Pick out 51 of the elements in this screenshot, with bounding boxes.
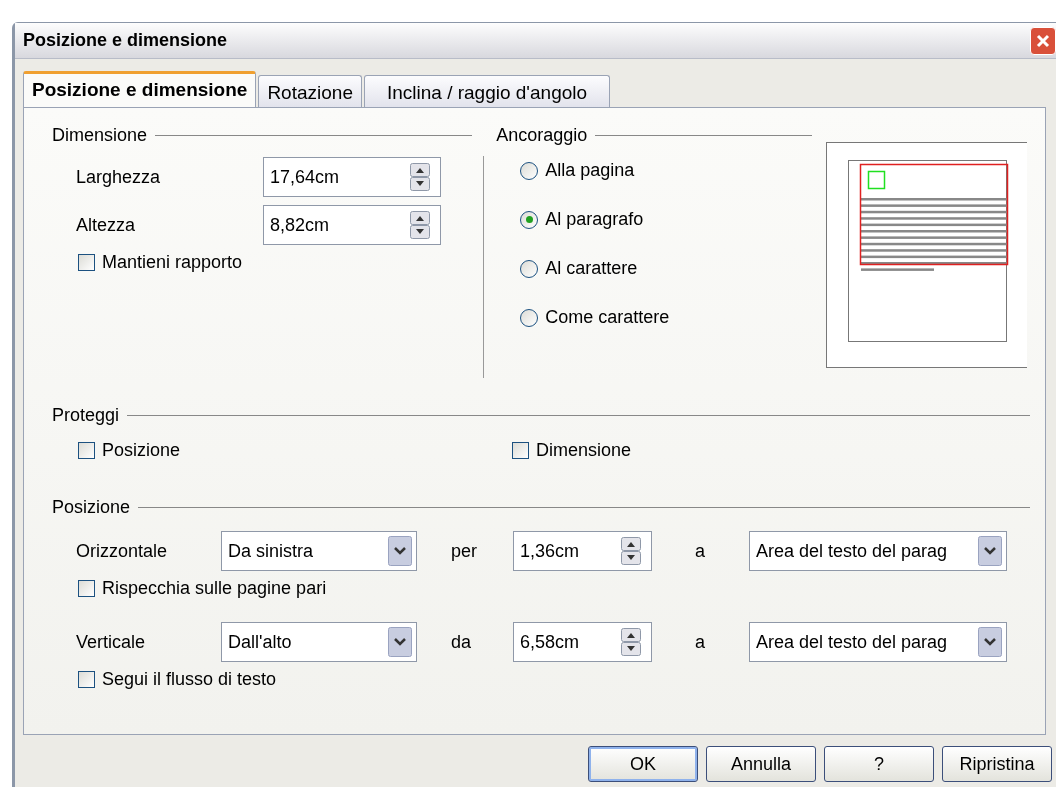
spin-button[interactable] (621, 537, 641, 565)
field-label: a (695, 539, 706, 563)
checkbox-label: Segui il flusso di testo (102, 668, 277, 691)
window-title: Posizione e dimensione (23, 29, 228, 52)
radio-button[interactable] (520, 161, 539, 180)
dialog-button[interactable]: ? (824, 746, 934, 782)
radio-label: Alla pagina (545, 159, 635, 182)
section-title: Posizione (52, 496, 131, 519)
dialog-button[interactable]: Ripristina (942, 746, 1052, 782)
dropdown[interactable]: Dall'alto (221, 622, 417, 662)
section-title: Dimensione (52, 124, 148, 147)
tab[interactable]: Posizione e dimensione (23, 71, 257, 107)
tab[interactable]: Rotazione (258, 75, 362, 107)
field-label: Larghezza (76, 165, 162, 189)
checkbox[interactable] (78, 671, 95, 688)
field-label: Verticale (76, 630, 147, 654)
checkbox-label: Posizione (102, 439, 181, 462)
tab[interactable]: Inclina / raggio d'angolo (363, 75, 611, 107)
spin-field[interactable]: 1,36cm (513, 531, 652, 571)
checkbox[interactable] (78, 580, 95, 597)
spin-field[interactable]: 17,64cm (263, 157, 441, 197)
dialog-button[interactable]: OK (588, 746, 698, 782)
field-label: da (451, 630, 473, 654)
dropdown[interactable]: Area del testo del parag (749, 622, 1007, 662)
field-label: Altezza (76, 213, 137, 237)
close-icon[interactable] (1030, 26, 1056, 55)
radio-button[interactable] (520, 210, 539, 229)
spin-field[interactable]: 8,82cm (263, 205, 441, 245)
radio-button[interactable] (520, 259, 539, 278)
spin-button[interactable] (410, 163, 430, 191)
dialog-button[interactable]: Annulla (706, 746, 816, 782)
checkbox-label: Dimensione (536, 439, 632, 462)
radio-button[interactable] (520, 308, 539, 327)
section-title: Proteggi (52, 404, 120, 427)
checkbox[interactable] (512, 442, 529, 459)
section-title: Ancoraggio (496, 124, 588, 147)
dropdown[interactable]: Da sinistra (221, 531, 417, 571)
radio-label: Al paragrafo (545, 208, 644, 231)
field-label: per (451, 539, 478, 563)
checkbox-label: Rispecchia sulle pagine pari (102, 577, 327, 600)
radio-label: Al carattere (545, 257, 638, 280)
spin-button[interactable] (410, 211, 430, 239)
dropdown[interactable]: Area del testo del parag (749, 531, 1007, 571)
spin-field[interactable]: 6,58cm (513, 622, 652, 662)
field-label: a (695, 630, 706, 654)
field-label: Orizzontale (76, 539, 169, 563)
radio-label: Come carattere (545, 306, 670, 329)
spin-button[interactable] (621, 628, 641, 656)
checkbox[interactable] (78, 442, 95, 459)
checkbox[interactable] (78, 254, 95, 271)
checkbox-label: Mantieni rapporto (102, 251, 243, 274)
